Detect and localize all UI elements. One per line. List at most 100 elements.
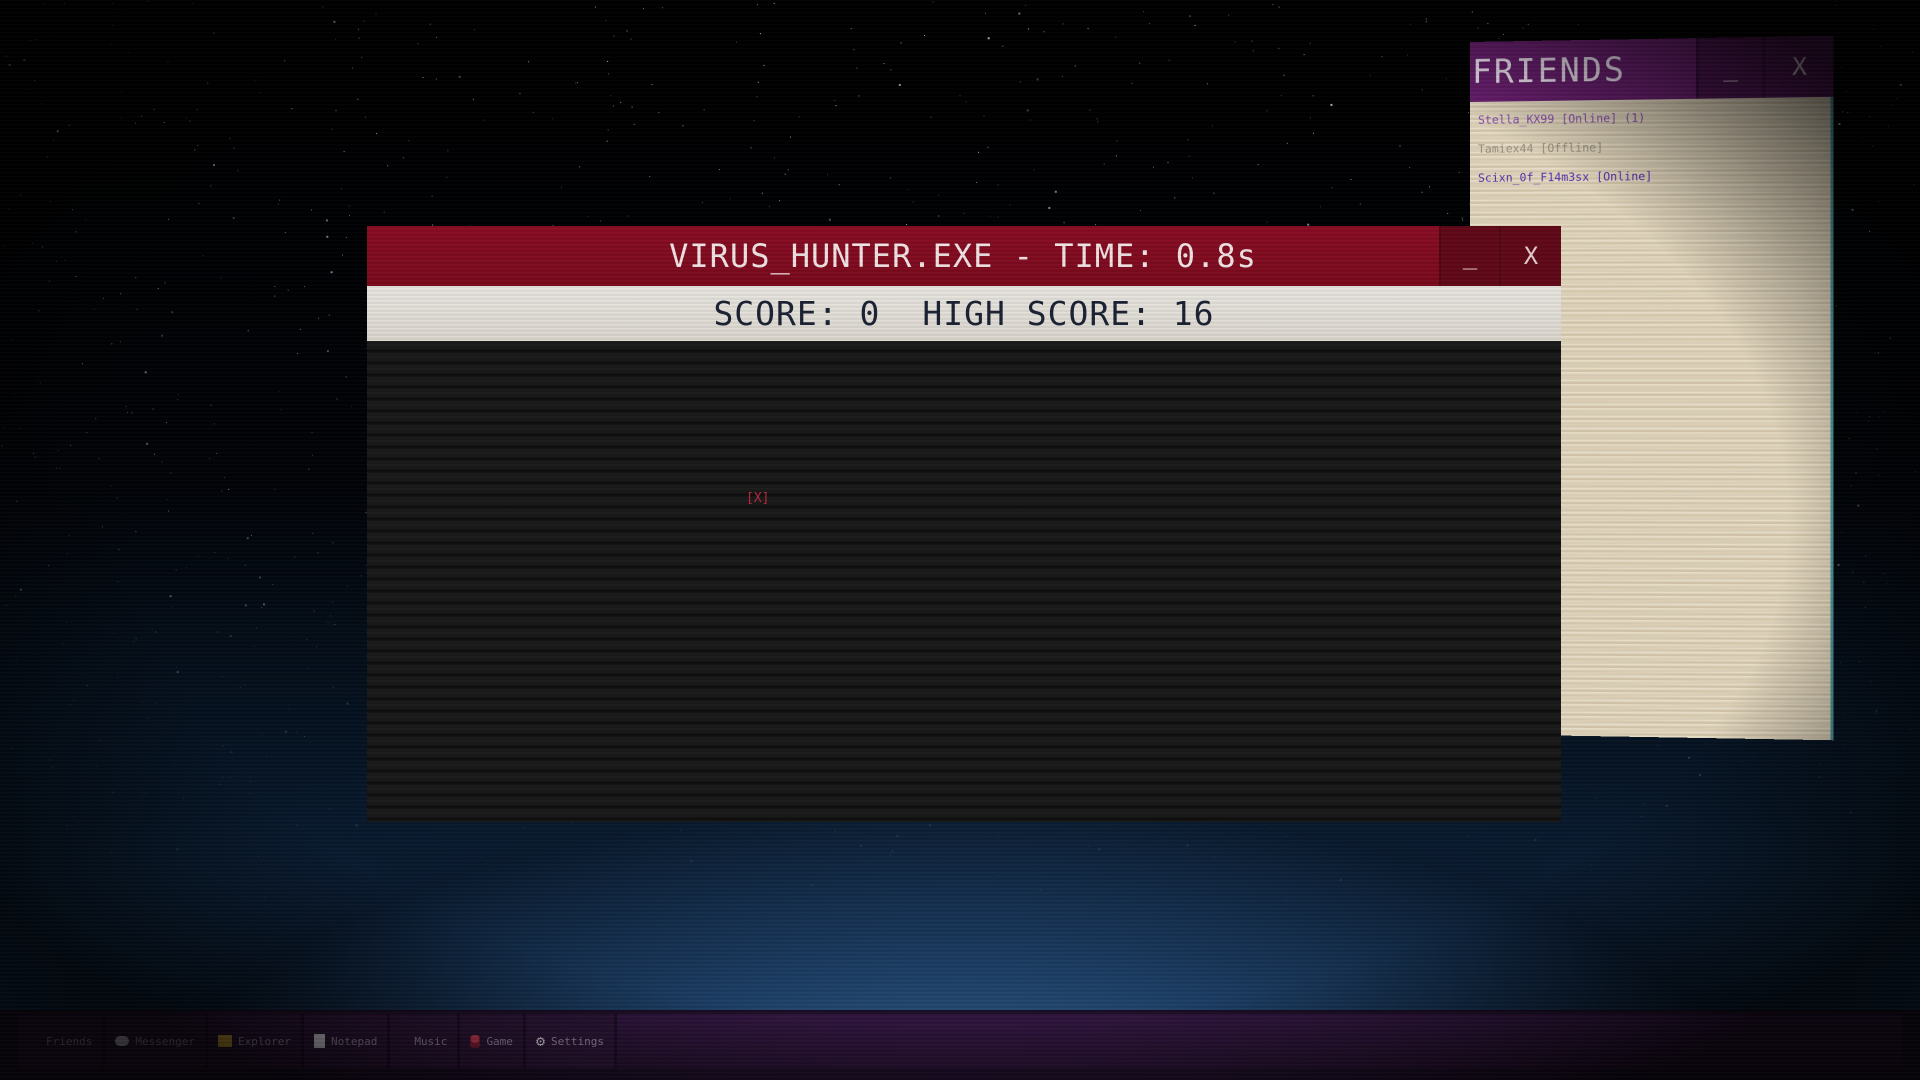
- star: [4, 427, 5, 428]
- game-close-button[interactable]: X: [1499, 226, 1561, 286]
- star: [6, 56, 7, 57]
- star: [707, 867, 708, 868]
- star: [213, 33, 214, 34]
- star: [763, 899, 764, 900]
- star: [64, 260, 65, 261]
- virus-hunter-window[interactable]: VIRUS_HUNTER.EXE - TIME: 0.8s _ X SCORE:…: [367, 226, 1561, 822]
- star: [1887, 583, 1888, 584]
- star: [197, 556, 198, 557]
- star: [1149, 23, 1150, 24]
- taskbar-item-label: Notepad: [331, 1035, 377, 1048]
- taskbar-item-friends[interactable]: Friends: [18, 1014, 105, 1068]
- star: [1106, 866, 1107, 867]
- star: [1055, 191, 1057, 193]
- star: [312, 432, 313, 433]
- star: [1498, 38, 1499, 39]
- star: [1912, 51, 1913, 52]
- friend-list-item[interactable]: Scixn_0f_F14m3sx [Online]: [1470, 162, 1831, 195]
- star: [117, 498, 118, 499]
- friend-list-item[interactable]: Tamiex44 [Offline]: [1470, 132, 1831, 166]
- star: [256, 627, 257, 628]
- star: [1727, 848, 1728, 849]
- star: [175, 766, 176, 767]
- star: [736, 42, 737, 43]
- star: [86, 432, 87, 433]
- star: [423, 77, 424, 78]
- star: [1331, 187, 1332, 188]
- friends-window-title: FRIENDS: [1470, 38, 1696, 102]
- star: [306, 639, 307, 640]
- star: [210, 185, 211, 186]
- star: [64, 3, 65, 4]
- star: [933, 2, 934, 3]
- star: [899, 84, 901, 86]
- star: [1462, 218, 1463, 219]
- friends-close-button[interactable]: X: [1763, 36, 1834, 98]
- star: [41, 103, 42, 104]
- star: [69, 535, 70, 536]
- star: [1836, 305, 1837, 306]
- taskbar-item-notepad[interactable]: Notepad: [304, 1014, 390, 1068]
- star: [1842, 532, 1843, 533]
- star: [835, 105, 836, 106]
- star: [484, 120, 485, 121]
- taskbar-item-settings[interactable]: ⚙ Settings: [526, 1014, 617, 1068]
- star: [1153, 167, 1154, 168]
- taskbar-item-explorer[interactable]: Explorer: [208, 1014, 304, 1068]
- star: [35, 456, 36, 457]
- friends-titlebar[interactable]: FRIENDS _ X: [1470, 36, 1834, 102]
- star: [1888, 126, 1889, 127]
- star: [890, 178, 891, 179]
- star: [1693, 818, 1694, 819]
- star: [1878, 202, 1879, 203]
- friend-list-item[interactable]: Stella_KX99 [Online] (1): [1470, 103, 1831, 137]
- star: [120, 293, 121, 294]
- virus-target[interactable]: [X]: [746, 491, 769, 506]
- taskbar-item-messenger[interactable]: Messenger: [105, 1014, 208, 1068]
- star: [351, 406, 352, 407]
- taskbar-item-music[interactable]: Music: [390, 1014, 460, 1068]
- game-play-area[interactable]: [X]: [367, 341, 1561, 822]
- star: [329, 315, 330, 316]
- star: [297, 353, 298, 354]
- star: [121, 118, 122, 119]
- star: [632, 107, 633, 108]
- star: [595, 7, 596, 8]
- star: [858, 897, 859, 898]
- star: [929, 825, 931, 827]
- star: [1861, 138, 1862, 139]
- star: [248, 819, 249, 820]
- star: [365, 117, 366, 118]
- star: [284, 60, 285, 61]
- star: [1400, 146, 1401, 147]
- star: [1859, 661, 1860, 662]
- star: [1803, 808, 1804, 809]
- star: [1682, 818, 1683, 819]
- star: [868, 835, 869, 836]
- star: [72, 816, 73, 817]
- star: [176, 848, 178, 850]
- star: [131, 412, 132, 413]
- star: [245, 604, 247, 606]
- star: [652, 84, 653, 85]
- star: [1340, 879, 1342, 881]
- star: [751, 147, 752, 148]
- star: [1846, 91, 1847, 92]
- star: [333, 21, 335, 23]
- star: [57, 130, 59, 132]
- star: [545, 852, 546, 853]
- speech-bubble-icon: [115, 1036, 129, 1046]
- star: [1535, 839, 1537, 841]
- taskbar-item-game[interactable]: Game: [460, 1014, 526, 1068]
- star: [327, 350, 329, 352]
- star: [96, 766, 97, 767]
- game-titlebar[interactable]: VIRUS_HUNTER.EXE - TIME: 0.8s _ X: [367, 226, 1561, 286]
- star: [332, 542, 333, 543]
- star: [811, 884, 813, 886]
- star: [702, 202, 703, 203]
- friends-minimize-button[interactable]: _: [1696, 37, 1763, 99]
- star: [970, 897, 971, 898]
- star: [254, 646, 255, 647]
- game-minimize-button[interactable]: _: [1439, 226, 1499, 286]
- star: [436, 79, 437, 80]
